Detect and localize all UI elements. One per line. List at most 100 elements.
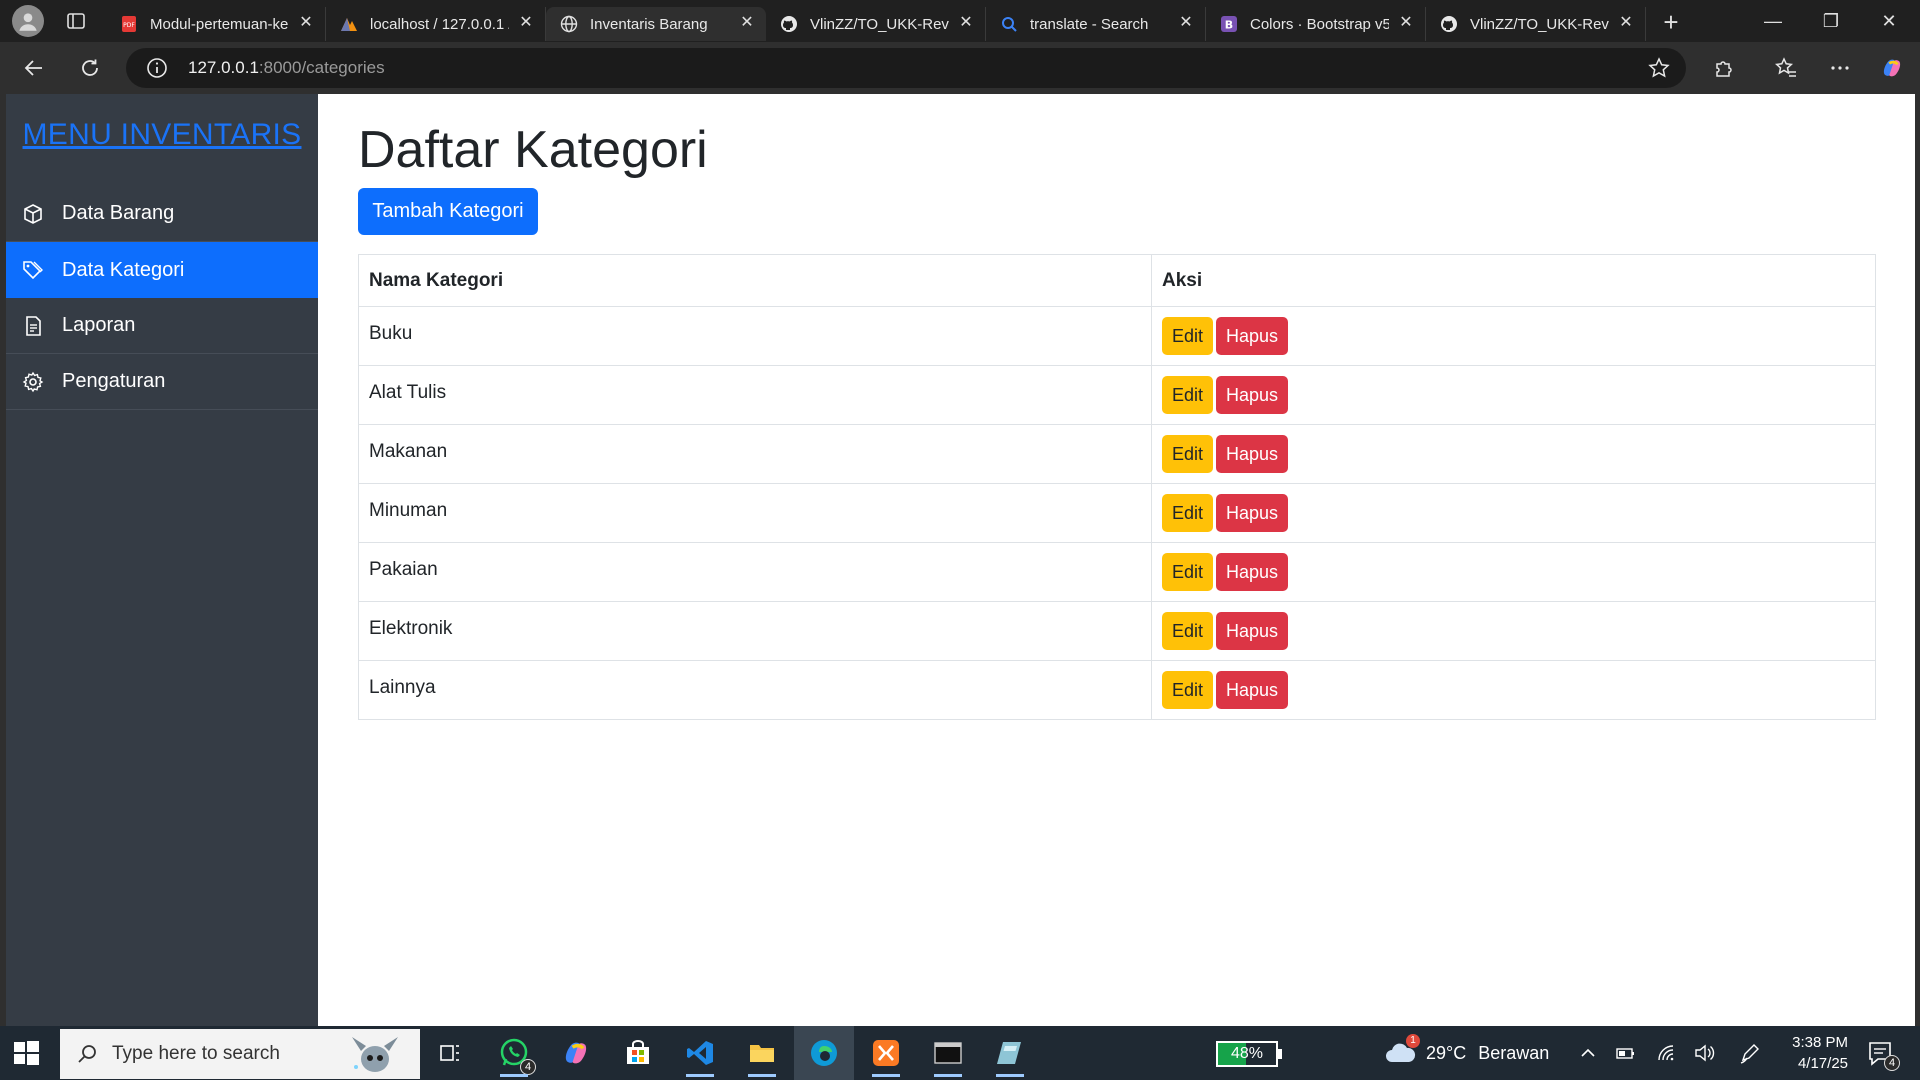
sidebar-brand-link[interactable]: MENU INVENTARIS: [6, 118, 318, 152]
network-button[interactable]: [1654, 1041, 1678, 1065]
categories-table: Nama Kategori Aksi Buku Edit Hapus Alat Tul…: [358, 254, 1876, 720]
close-tab-icon[interactable]: ✕: [957, 14, 975, 32]
ellipsis-icon: [1831, 66, 1849, 70]
sidebar: MENU INVENTARIS Data Barang Data Kategori…: [6, 94, 318, 1026]
delete-button[interactable]: Hapus: [1216, 612, 1288, 650]
back-button[interactable]: [18, 52, 50, 84]
clock-date: 4/17/25: [1797, 1055, 1848, 1072]
address-bar[interactable]: 127.0.0.1:8000/categories: [126, 48, 1686, 88]
pen-menu-button[interactable]: [1738, 1041, 1762, 1065]
edit-button[interactable]: Edit: [1162, 612, 1213, 650]
profile-avatar[interactable]: [12, 5, 44, 37]
edit-button[interactable]: Edit: [1162, 671, 1213, 709]
browser-tab[interactable]: translate - Search ✕: [986, 7, 1206, 41]
browser-tab-strip: PDF Modul-pertemuan-ke ✕ localhost / 127.0.…: [0, 0, 1920, 42]
table-row: Minuman Edit Hapus: [358, 483, 1876, 543]
tab-actions-button[interactable]: [62, 7, 90, 35]
close-tab-icon[interactable]: ✕: [517, 14, 535, 32]
volume-button[interactable]: [1692, 1041, 1716, 1065]
minimize-button[interactable]: —: [1744, 0, 1802, 42]
edit-button[interactable]: Edit: [1162, 317, 1213, 355]
copilot-icon: [1883, 59, 1901, 77]
delete-button[interactable]: Hapus: [1216, 553, 1288, 591]
sidebar-item-label: Pengaturan: [62, 370, 166, 392]
categories-table-wrapper: Nama Kategori Aksi Buku Edit Hapus Alat Tul…: [358, 254, 1876, 720]
whatsapp-badge: 4: [520, 1059, 536, 1075]
search-highlight-creature-icon: [352, 1037, 398, 1072]
add-category-button[interactable]: Tambah Kategori: [358, 188, 538, 235]
favorites-button[interactable]: [1774, 56, 1798, 80]
battery-icon: [1616, 1048, 1634, 1059]
github-icon: [1440, 15, 1458, 33]
weather-widget[interactable]: 1 29°C Berawan: [1384, 1034, 1549, 1066]
taskbar-app-vscode[interactable]: [682, 1035, 718, 1077]
edit-button[interactable]: Edit: [1162, 553, 1213, 591]
browser-tab[interactable]: VlinZZ/TO_UKK-Revali ✕: [1426, 7, 1646, 41]
url-path: :8000/categories: [258, 58, 385, 77]
terminal-icon: [934, 1042, 962, 1064]
copilot-button[interactable]: [1880, 56, 1904, 80]
puzzle-icon: [1716, 61, 1732, 77]
copilot-icon: [565, 1042, 587, 1064]
delete-button[interactable]: Hapus: [1216, 671, 1288, 709]
windows-start-icon[interactable]: [12, 1039, 40, 1067]
taskbar-app-copilot[interactable]: [558, 1035, 594, 1071]
url-text[interactable]: 127.0.0.1:8000/categories: [188, 58, 385, 78]
notification-center-button[interactable]: 4: [1866, 1039, 1900, 1071]
close-tab-icon[interactable]: ✕: [738, 14, 756, 32]
new-tab-button[interactable]: +: [1654, 6, 1688, 40]
taskbar-clock[interactable]: 3:38 PM 4/17/25: [1770, 1032, 1848, 1074]
close-tab-icon[interactable]: ✕: [1177, 14, 1195, 32]
reload-button[interactable]: [74, 52, 106, 84]
wifi-icon: [1658, 1045, 1674, 1061]
browser-tab-label: translate - Search: [1030, 15, 1149, 33]
info-icon[interactable]: [146, 57, 168, 79]
taskbar-app-terminal[interactable]: [930, 1035, 966, 1077]
category-name-cell: Alat Tulis: [358, 365, 1152, 425]
gear-icon: [22, 371, 44, 393]
browser-tab[interactable]: VlinZZ/TO_UKK-Revali ✕: [766, 7, 986, 41]
taskbar-app-edge[interactable]: [794, 1026, 854, 1080]
arrow-left-icon: [24, 60, 42, 76]
tray-battery-button[interactable]: [1614, 1041, 1638, 1065]
taskbar-app-whatsapp[interactable]: 4: [496, 1035, 536, 1077]
table-row: Lainnya Edit Hapus: [358, 660, 1876, 720]
sidebar-item-data-barang[interactable]: Data Barang: [6, 186, 318, 242]
browser-tab[interactable]: B Colors · Bootstrap v5. ✕: [1206, 7, 1426, 41]
category-name-cell: Elektronik: [358, 601, 1152, 661]
taskbar-app-notes[interactable]: [992, 1035, 1028, 1077]
taskbar-app-xampp[interactable]: [868, 1035, 904, 1077]
github-icon: [780, 15, 798, 33]
reload-icon: [82, 59, 98, 76]
edit-button[interactable]: Edit: [1162, 494, 1213, 532]
sidebar-item-pengaturan[interactable]: Pengaturan: [6, 354, 318, 410]
taskbar-app-store[interactable]: [620, 1035, 656, 1071]
browser-tab-label: VlinZZ/TO_UKK-Revali: [810, 15, 949, 33]
taskbar-app-file-explorer[interactable]: [744, 1035, 780, 1077]
edit-button[interactable]: Edit: [1162, 376, 1213, 414]
star-icon[interactable]: [1648, 57, 1670, 79]
extensions-button[interactable]: [1712, 56, 1736, 80]
more-options-button[interactable]: [1828, 56, 1852, 80]
browser-tab[interactable]: PDF Modul-pertemuan-ke ✕: [106, 7, 326, 41]
delete-button[interactable]: Hapus: [1216, 494, 1288, 532]
task-view-button[interactable]: [432, 1035, 468, 1071]
tab-actions-icon: [67, 13, 85, 29]
sidebar-item-laporan[interactable]: Laporan: [6, 298, 318, 354]
browser-tab[interactable]: localhost / 127.0.0.1 / ✕: [326, 7, 546, 41]
sidebar-item-data-kategori[interactable]: Data Kategori: [6, 242, 318, 298]
show-hidden-icons-button[interactable]: [1576, 1041, 1600, 1065]
close-tab-icon[interactable]: ✕: [1397, 14, 1415, 32]
delete-button[interactable]: Hapus: [1216, 435, 1288, 473]
close-tab-icon[interactable]: ✕: [1617, 14, 1635, 32]
delete-button[interactable]: Hapus: [1216, 376, 1288, 414]
edit-button[interactable]: Edit: [1162, 435, 1213, 473]
close-window-button[interactable]: ✕: [1860, 0, 1918, 42]
browser-tab[interactable]: Inventaris Barang ✕: [546, 7, 766, 41]
table-row: Elektronik Edit Hapus: [358, 601, 1876, 661]
close-tab-icon[interactable]: ✕: [297, 14, 315, 32]
restore-button[interactable]: ❐: [1802, 0, 1860, 42]
battery-indicator[interactable]: 48%: [1216, 1041, 1282, 1067]
delete-button[interactable]: Hapus: [1216, 317, 1288, 355]
taskbar-search-box[interactable]: Type here to search: [60, 1029, 420, 1079]
